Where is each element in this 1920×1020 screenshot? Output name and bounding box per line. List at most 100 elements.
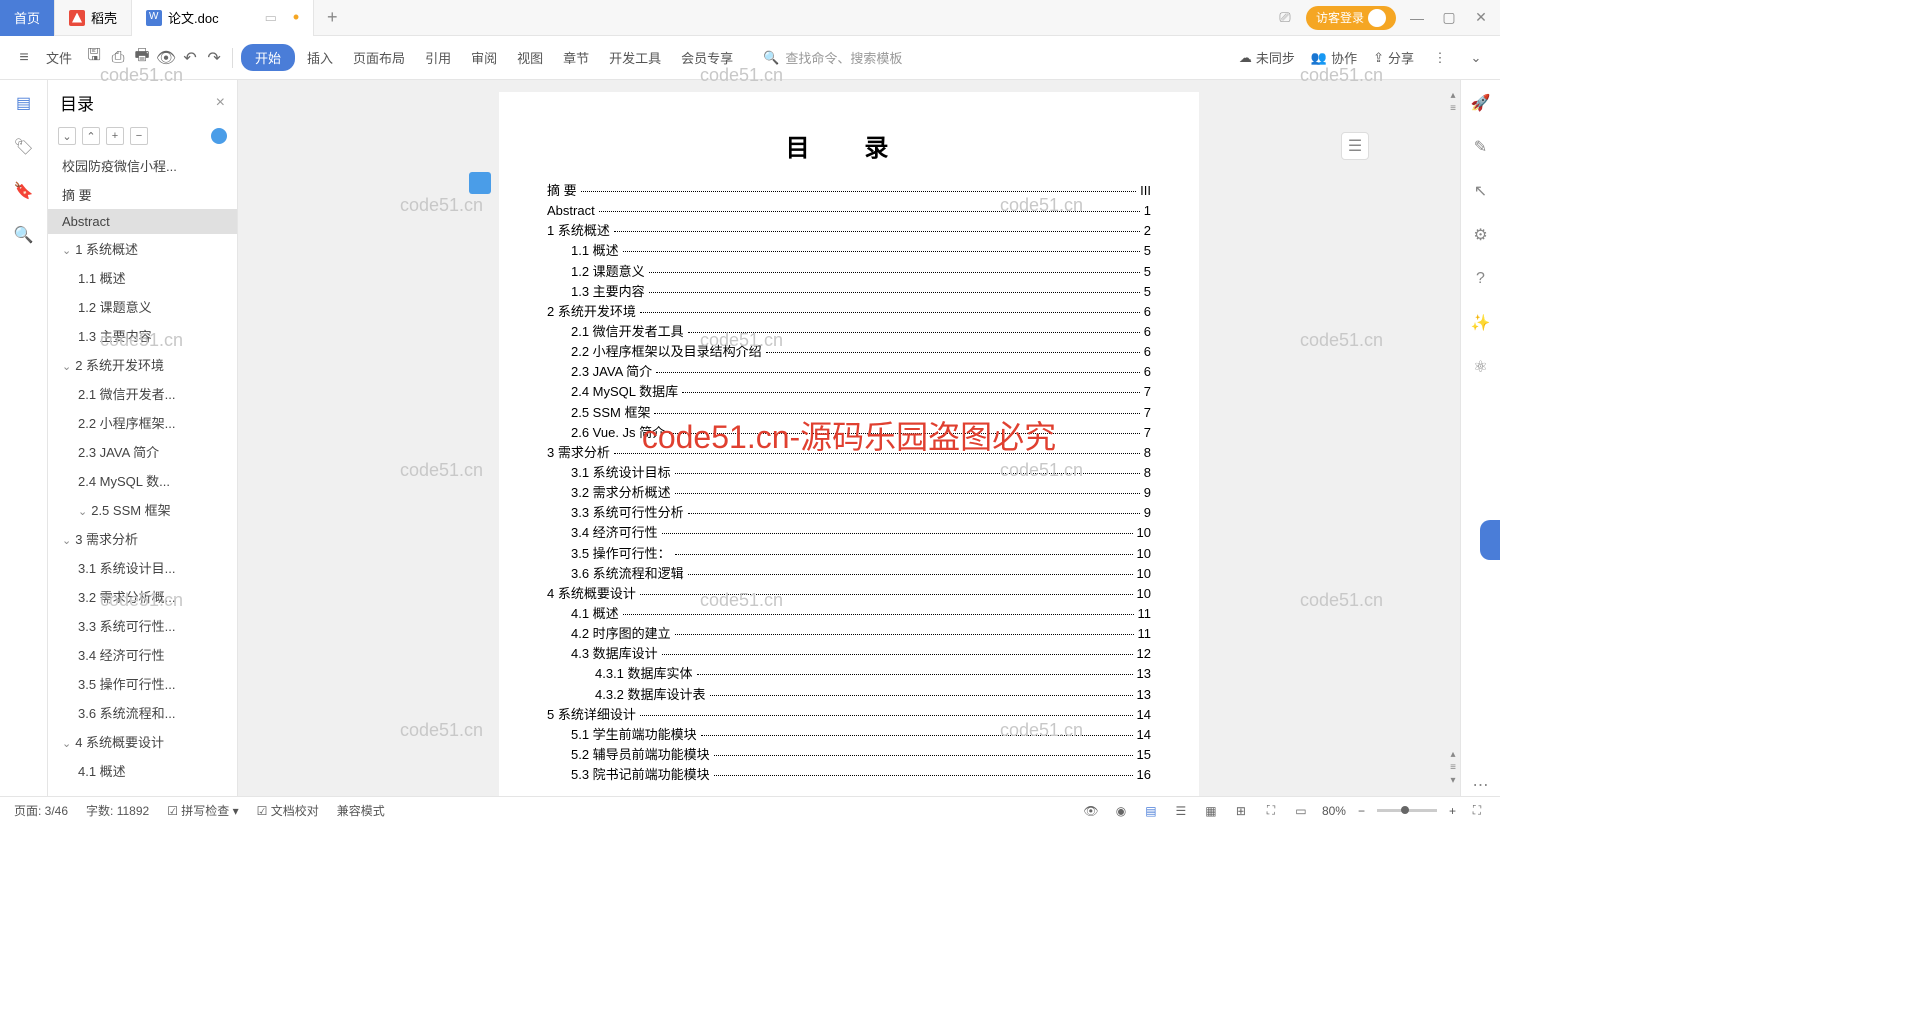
share-button[interactable]: ⇪分享 (1373, 48, 1414, 67)
outline-item[interactable]: 2.4 MySQL 数... (48, 466, 237, 495)
outline-rail-icon[interactable]: ▤ (13, 92, 35, 114)
ribbon-tab-7[interactable]: 开发工具 (601, 44, 669, 71)
toc-entry[interactable]: 2 系统开发环境6 (547, 302, 1151, 322)
fullscreen-icon[interactable]: ⛶ (1468, 802, 1486, 820)
login-button[interactable]: 访客登录 (1306, 6, 1396, 30)
more-bottom-icon[interactable]: ⋯ (1470, 774, 1492, 796)
float-menu-button[interactable]: ☰ (1341, 132, 1369, 160)
outline-item[interactable]: 3.5 操作可行性... (48, 669, 237, 698)
outline-item[interactable]: 1.1 概述 (48, 263, 237, 292)
ribbon-tab-6[interactable]: 章节 (555, 44, 597, 71)
outline-item[interactable]: 4 系统概要设计 (48, 727, 237, 756)
tab-home[interactable]: 首页 (0, 0, 55, 36)
zoom-slider[interactable] (1377, 809, 1437, 812)
outline-item[interactable]: Abstract (48, 209, 237, 234)
sync-button[interactable]: ☁未同步 (1239, 48, 1295, 67)
scroll-bottom-icon[interactable]: ▴≡▾ (1448, 749, 1458, 786)
outline-view-icon[interactable]: ☰ (1172, 802, 1190, 820)
page-marker-icon[interactable] (469, 172, 491, 194)
redo-icon[interactable]: ↷ (204, 48, 224, 68)
toc-entry[interactable]: 3.4 经济可行性10 (547, 523, 1151, 543)
toc-entry[interactable]: 2.6 Vue. Js 简介7 (547, 423, 1151, 443)
toc-entry[interactable]: 3.2 需求分析概述9 (547, 483, 1151, 503)
outline-close-icon[interactable]: × (216, 94, 225, 112)
collapse-ribbon-icon[interactable]: ⌄ (1466, 48, 1486, 68)
outline-item[interactable]: 2.5 SSM 框架 (48, 495, 237, 524)
file-menu[interactable]: 文件 (38, 44, 80, 71)
toc-entry[interactable]: 5 系统详细设计14 (547, 705, 1151, 725)
toc-entry[interactable]: 2.5 SSM 框架7 (547, 403, 1151, 423)
toc-entry[interactable]: 2.4 MySQL 数据库7 (547, 382, 1151, 402)
tab-doc[interactable]: 论文.doc▭• (132, 0, 314, 36)
toc-entry[interactable]: 4.3 数据库设计12 (547, 644, 1151, 664)
outline-item[interactable]: 1.3 主要内容 (48, 321, 237, 350)
new-tab-button[interactable]: + (314, 7, 350, 28)
fit-icon[interactable]: ⛶ (1262, 802, 1280, 820)
outline-item[interactable]: 3 需求分析 (48, 524, 237, 553)
pen-icon[interactable]: ✎ (1470, 136, 1492, 158)
toc-entry[interactable]: 5.1 学生前端功能模块14 (547, 725, 1151, 745)
outline-item[interactable]: 2.2 小程序框架... (48, 408, 237, 437)
toc-entry[interactable]: 3.6 系统流程和逻辑10 (547, 564, 1151, 584)
outline-item[interactable]: 3.2 需求分析概... (48, 582, 237, 611)
ribbon-tab-2[interactable]: 页面布局 (345, 44, 413, 71)
expand-all-button[interactable]: ⌃ (82, 127, 100, 145)
bookmark2-rail-icon[interactable]: 🔖 (13, 180, 35, 202)
outline-item[interactable]: 1.2 课题意义 (48, 292, 237, 321)
zoom-out-button[interactable]: − (1358, 804, 1365, 818)
toc-entry[interactable]: 1.2 课题意义5 (547, 262, 1151, 282)
outline-item[interactable]: 1 系统概述 (48, 234, 237, 263)
tab-dk[interactable]: 稻壳 (55, 0, 132, 36)
proofread[interactable]: ☑ 文档校对 (257, 802, 319, 819)
toc-entry[interactable]: 2.3 JAVA 简介6 (547, 362, 1151, 382)
spell-check[interactable]: ☑ 拼写检查 ▾ (167, 802, 238, 819)
side-handle[interactable] (1480, 520, 1500, 560)
focus-icon[interactable]: ◉ (1112, 802, 1130, 820)
zoom-fit-icon[interactable]: ▭ (1292, 802, 1310, 820)
toc-entry[interactable]: 4.3.1 数据库实体13 (547, 664, 1151, 684)
toc-entry[interactable]: 4.1 概述11 (547, 604, 1151, 624)
toc-entry[interactable]: 摘 要III (547, 181, 1151, 201)
save-icon[interactable]: 🖫 (84, 48, 104, 68)
menu-icon[interactable]: ≡ (14, 48, 34, 68)
toc-entry[interactable]: 4.3.2 数据库设计表13 (547, 685, 1151, 705)
toc-entry[interactable]: 3.5 操作可行性：10 (547, 544, 1151, 564)
export-icon[interactable]: ⎙ (108, 48, 128, 68)
toc-entry[interactable]: 5.3 院书记前端功能模块16 (547, 765, 1151, 785)
print-icon[interactable]: 🖶 (132, 48, 152, 68)
ribbon-tab-0[interactable]: 开始 (241, 44, 295, 71)
toc-entry[interactable]: 3 需求分析8 (547, 443, 1151, 463)
web-view-icon[interactable]: ▦ (1202, 802, 1220, 820)
window-badge-icon[interactable]: ⎚ (1274, 7, 1296, 29)
cursor-icon[interactable]: ↖ (1470, 180, 1492, 202)
minimize-button[interactable]: — (1406, 7, 1428, 29)
outline-item[interactable]: 2.3 JAVA 简介 (48, 437, 237, 466)
search-rail-icon[interactable]: 🔍 (13, 224, 35, 246)
ribbon-tab-4[interactable]: 审阅 (463, 44, 505, 71)
outline-item[interactable]: 3.1 系统设计目... (48, 553, 237, 582)
outline-item[interactable]: 4.1 概述 (48, 756, 237, 785)
read-view-icon[interactable]: ⊞ (1232, 802, 1250, 820)
toc-entry[interactable]: 5.2 辅导员前端功能模块15 (547, 745, 1151, 765)
toc-entry[interactable]: 3.1 系统设计目标8 (547, 463, 1151, 483)
toc-entry[interactable]: Abstract1 (547, 201, 1151, 221)
ribbon-tab-1[interactable]: 插入 (299, 44, 341, 71)
scroll-top-icon[interactable]: ▴≡ (1448, 90, 1458, 114)
outline-item[interactable]: 3.6 系统流程和... (48, 698, 237, 727)
gear-icon[interactable]: ⚛ (1470, 356, 1492, 378)
outline-item[interactable]: 2 系统开发环境 (48, 350, 237, 379)
page-indicator[interactable]: 页面: 3/46 (14, 802, 68, 819)
preview-icon[interactable]: 👁 (156, 48, 176, 68)
help-icon[interactable]: ? (1470, 268, 1492, 290)
ribbon-tab-5[interactable]: 视图 (509, 44, 551, 71)
toc-entry[interactable]: 4 系统概要设计10 (547, 584, 1151, 604)
toc-entry[interactable]: 4.2 时序图的建立11 (547, 624, 1151, 644)
collab-button[interactable]: 👥协作 (1311, 48, 1357, 67)
undo-icon[interactable]: ↶ (180, 48, 200, 68)
outline-item[interactable]: 3.4 经济可行性 (48, 640, 237, 669)
ribbon-tab-3[interactable]: 引用 (417, 44, 459, 71)
toc-entry[interactable]: 2.1 微信开发者工具6 (547, 322, 1151, 342)
outline-item[interactable]: 摘 要 (48, 180, 237, 209)
zoom-level[interactable]: 80% (1322, 804, 1346, 818)
sparkle-icon[interactable]: ✨ (1470, 312, 1492, 334)
